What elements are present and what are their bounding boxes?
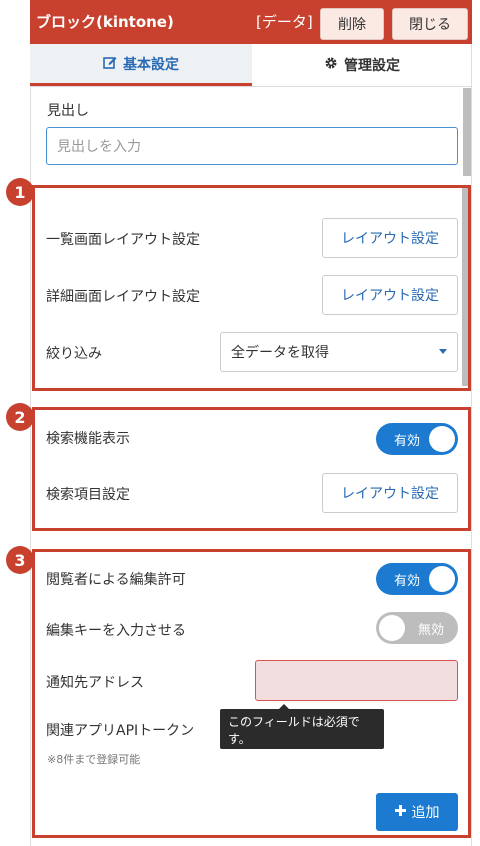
filter-select-value: 全データを取得 bbox=[231, 345, 329, 361]
filter-select[interactable]: 全データを取得 bbox=[220, 332, 458, 372]
tab-label: 管理設定 bbox=[344, 58, 400, 74]
edit-icon bbox=[103, 55, 117, 73]
api-token-note: ※8件まで登録可能 bbox=[47, 753, 141, 766]
add-button-label: 追加 bbox=[411, 805, 440, 821]
toggle-label: 無効 bbox=[417, 622, 444, 638]
delete-button[interactable]: 削除 bbox=[320, 8, 384, 40]
close-button[interactable]: 閉じる bbox=[392, 8, 468, 40]
edit-key-label: 編集キーを入力させる bbox=[46, 623, 186, 639]
toggle-label: 有効 bbox=[394, 573, 421, 589]
detail-layout-label: 詳細画面レイアウト設定 bbox=[46, 289, 200, 305]
search-items-label: 検索項目設定 bbox=[46, 487, 130, 503]
tab-bar: 基本設定 管理設定 bbox=[30, 44, 472, 87]
toggle-label: 有効 bbox=[394, 433, 421, 449]
heading-input[interactable]: 見出しを入力 bbox=[46, 127, 458, 165]
api-token-label: 関連アプリAPIトークン bbox=[46, 723, 195, 739]
detail-layout-button[interactable]: レイアウト設定 bbox=[322, 275, 458, 315]
panel-title: ブロック(kintone) bbox=[36, 13, 174, 31]
search-display-label: 検索機能表示 bbox=[46, 431, 130, 447]
notify-address-input[interactable] bbox=[255, 660, 458, 701]
toggle-knob bbox=[429, 426, 455, 452]
viewer-edit-label: 閲覧者による編集許可 bbox=[46, 572, 186, 588]
toggle-knob bbox=[379, 615, 405, 641]
tab-admin-settings[interactable]: 管理設定 bbox=[252, 44, 472, 86]
list-layout-label: 一覧画面レイアウト設定 bbox=[46, 232, 200, 248]
notify-address-label: 通知先アドレス bbox=[46, 675, 144, 691]
plus-icon bbox=[394, 804, 406, 820]
data-tag: [データ] bbox=[256, 13, 313, 31]
viewer-edit-toggle[interactable]: 有効 bbox=[376, 563, 458, 595]
required-tooltip: このフィールドは必須です。 bbox=[220, 709, 384, 749]
annotation-badge-3: 3 bbox=[6, 546, 34, 574]
add-button[interactable]: 追加 bbox=[376, 793, 458, 831]
list-layout-button[interactable]: レイアウト設定 bbox=[322, 218, 458, 258]
annotation-badge-1: 1 bbox=[6, 178, 34, 206]
search-items-button[interactable]: レイアウト設定 bbox=[322, 473, 458, 513]
tab-label: 基本設定 bbox=[123, 56, 179, 73]
toggle-knob bbox=[429, 566, 455, 592]
heading-label: 見出し bbox=[47, 103, 89, 119]
edit-key-toggle[interactable]: 無効 bbox=[376, 612, 458, 644]
search-display-toggle[interactable]: 有効 bbox=[376, 423, 458, 455]
annotation-badge-2: 2 bbox=[6, 403, 34, 431]
tab-basic-settings[interactable]: 基本設定 bbox=[30, 44, 252, 86]
filter-label: 絞り込み bbox=[46, 346, 102, 362]
scrollbar-thumb[interactable] bbox=[463, 88, 471, 176]
chevron-down-icon bbox=[439, 349, 447, 354]
gear-icon bbox=[324, 56, 338, 74]
